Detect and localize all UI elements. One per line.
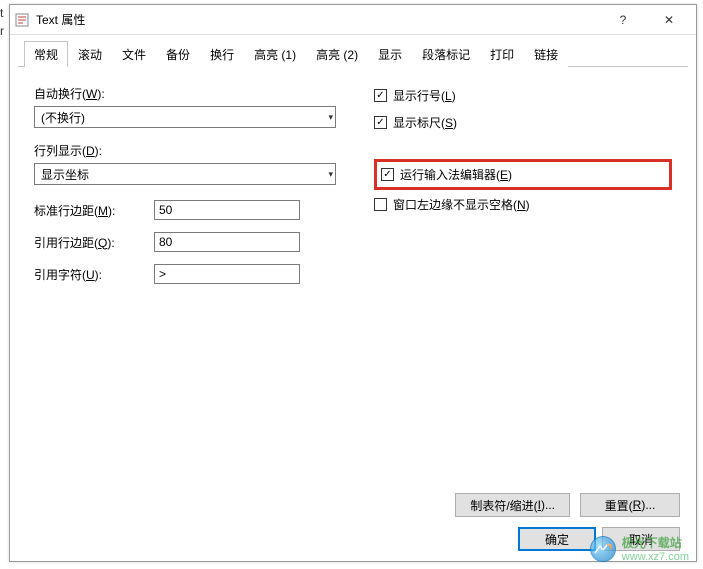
rowcol-value: 显示坐标 <box>41 166 89 183</box>
tab-content: 自动换行(W): (不换行) ▾ 行列显示(D): 显示坐标 ▾ 标准行边距(M… <box>10 67 696 295</box>
globe-icon <box>590 536 616 562</box>
run-ime-label: 运行输入法编辑器(E) <box>400 166 512 183</box>
margin-label: 标准行边距(M): <box>34 202 154 219</box>
tab-highlight2[interactable]: 高亮 (2) <box>306 41 368 67</box>
autowrap-label: 自动换行(W): <box>34 85 344 102</box>
quote-margin-label: 引用行边距(Q): <box>34 234 154 251</box>
watermark: 极光下载站 www.xz7.com <box>590 534 689 563</box>
highlighted-option: ✓ 运行输入法编辑器(E) <box>374 159 672 190</box>
titlebar: Text 属性 ? ✕ <box>10 5 696 35</box>
ok-button[interactable]: 确定 <box>518 527 596 551</box>
tab-wrap[interactable]: 换行 <box>200 41 244 67</box>
bg-char: t <box>0 6 3 20</box>
quote-char-input[interactable] <box>154 264 300 284</box>
chevron-down-icon: ▾ <box>328 112 333 123</box>
run-ime-checkbox[interactable]: ✓ 运行输入法编辑器(E) <box>381 166 512 183</box>
no-left-space-label: 窗口左边缘不显示空格(N) <box>393 196 530 213</box>
checkbox-checked-icon: ✓ <box>374 116 387 129</box>
watermark-url: www.xz7.com <box>622 551 689 563</box>
reset-button[interactable]: 重置(R)... <box>580 493 680 517</box>
tab-paragraph[interactable]: 段落标记 <box>412 41 480 67</box>
tab-backup[interactable]: 备份 <box>156 41 200 67</box>
tab-file[interactable]: 文件 <box>112 41 156 67</box>
bg-char: r <box>0 24 4 38</box>
checkbox-unchecked-icon <box>374 198 387 211</box>
margin-input[interactable] <box>154 200 300 220</box>
tab-display[interactable]: 显示 <box>368 41 412 67</box>
footer-buttons-row1: 制表符/缩进(I)... 重置(R)... <box>455 493 680 517</box>
close-button[interactable]: ✕ <box>646 5 692 34</box>
tab-print[interactable]: 打印 <box>480 41 524 67</box>
tab-highlight1[interactable]: 高亮 (1) <box>244 41 306 67</box>
tab-link[interactable]: 链接 <box>524 41 568 67</box>
autowrap-value: (不换行) <box>41 109 85 126</box>
tab-indent-button[interactable]: 制表符/缩进(I)... <box>455 493 570 517</box>
dialog-window: Text 属性 ? ✕ 常规 滚动 文件 备份 换行 高亮 (1) 高亮 (2)… <box>9 4 697 562</box>
window-title: Text 属性 <box>36 11 600 28</box>
checkbox-checked-icon: ✓ <box>381 168 394 181</box>
tab-strip: 常规 滚动 文件 备份 换行 高亮 (1) 高亮 (2) 显示 段落标记 打印 … <box>18 43 688 67</box>
tab-general[interactable]: 常规 <box>24 41 68 67</box>
checkbox-checked-icon: ✓ <box>374 89 387 102</box>
help-button[interactable]: ? <box>600 5 646 34</box>
rowcol-combo[interactable]: 显示坐标 ▾ <box>34 163 336 185</box>
show-ruler-label: 显示标尺(S) <box>393 114 457 131</box>
quote-char-label: 引用字符(U): <box>34 266 154 283</box>
show-lineno-label: 显示行号(L) <box>393 87 456 104</box>
rowcol-label: 行列显示(D): <box>34 142 344 159</box>
no-left-space-checkbox[interactable]: 窗口左边缘不显示空格(N) <box>374 196 672 213</box>
show-ruler-checkbox[interactable]: ✓ 显示标尺(S) <box>374 114 672 131</box>
autowrap-combo[interactable]: (不换行) ▾ <box>34 106 336 128</box>
show-lineno-checkbox[interactable]: ✓ 显示行号(L) <box>374 87 672 104</box>
tab-scroll[interactable]: 滚动 <box>68 41 112 67</box>
quote-margin-input[interactable] <box>154 232 300 252</box>
app-icon <box>14 12 30 28</box>
watermark-name: 极光下载站 <box>622 534 689 551</box>
chevron-down-icon: ▾ <box>328 169 333 180</box>
